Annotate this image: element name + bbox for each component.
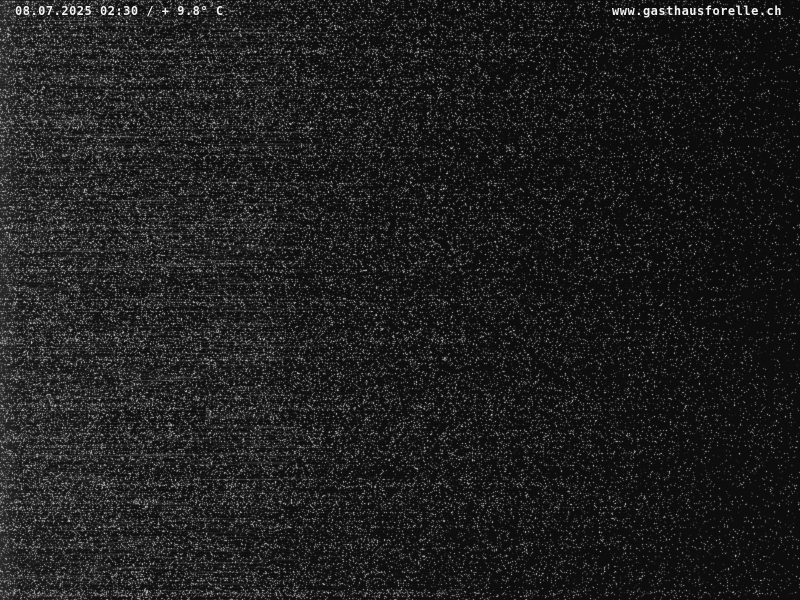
webcam-frame: 08.07.2025 02:30 / + 9.8° C www.gasthaus… xyxy=(0,0,800,600)
noise-speckle xyxy=(0,0,800,600)
